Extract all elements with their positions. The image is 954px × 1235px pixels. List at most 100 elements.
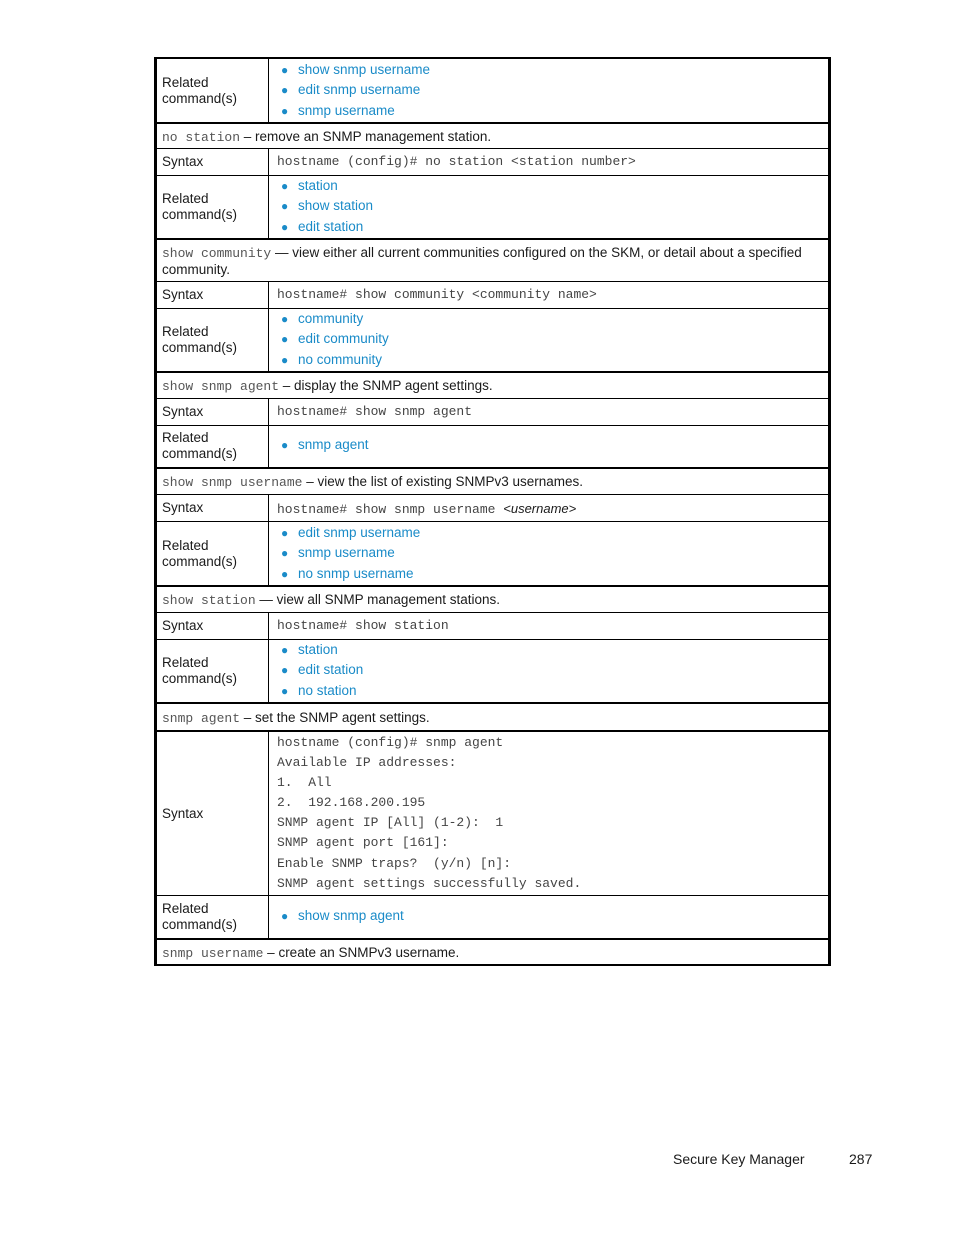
related-command-link[interactable]: show snmp agent <box>298 908 404 923</box>
related-command-link[interactable]: edit station <box>298 219 363 234</box>
syntax-argument: <username> <box>503 501 577 516</box>
syntax-value: hostname# show snmp username <username> <box>277 501 577 517</box>
code-line: 2. 192.168.200.195 <box>277 795 426 811</box>
command-header-snmp-agent: snmp agent – set the SNMP agent settings… <box>154 702 831 730</box>
command-header-show-station: show station — view all SNMP management … <box>154 585 831 612</box>
related-commands-list: ● show snmp username ● edit snmp username … <box>277 60 823 121</box>
list-item[interactable]: ● edit community <box>277 329 823 349</box>
syntax-label: Syntax <box>162 154 204 169</box>
syntax-value: hostname (config)# no station <station n… <box>277 154 636 169</box>
related-command-link[interactable]: station <box>298 642 338 657</box>
related-label: Related command(s) <box>162 901 238 932</box>
list-item[interactable]: ● no snmp username <box>277 564 823 584</box>
bullet-icon: ● <box>281 643 289 657</box>
code-line: SNMP agent settings successfully saved. <box>277 875 582 891</box>
code-line: Enable SNMP traps? (y/n) [n]: <box>277 855 512 871</box>
related-command-link[interactable]: snmp agent <box>298 437 369 452</box>
list-item[interactable]: ● show station <box>277 196 823 216</box>
syntax-row: Syntax hostname# show snmp username <use… <box>154 494 831 521</box>
list-item[interactable]: ● edit station <box>277 217 823 237</box>
related-command-link[interactable]: edit snmp username <box>298 82 420 97</box>
list-item[interactable]: ● no community <box>277 350 823 370</box>
related-command-link[interactable]: snmp username <box>298 545 395 560</box>
related-command-link[interactable]: no snmp username <box>298 566 414 581</box>
related-commands-list: ● station ● edit station ● no station <box>277 640 823 701</box>
related-commands-row: Related command(s) ● snmp agent <box>154 425 831 467</box>
list-item[interactable]: ● snmp agent <box>277 435 823 455</box>
bullet-icon: ● <box>281 438 289 452</box>
related-command-link[interactable]: show snmp username <box>298 62 430 77</box>
related-command-link[interactable]: edit snmp username <box>298 525 420 540</box>
syntax-label: Syntax <box>162 500 204 515</box>
bullet-icon: ● <box>281 199 289 214</box>
list-item[interactable]: ● station <box>277 640 823 660</box>
list-item[interactable]: ● show snmp username <box>277 60 823 80</box>
list-item[interactable]: ● edit snmp username <box>277 523 823 543</box>
command-header-show-snmp-agent: show snmp agent – display the SNMP agent… <box>154 371 831 398</box>
syntax-label: Syntax <box>162 618 204 633</box>
command-name: show snmp username <box>162 475 303 490</box>
command-header-show-snmp-username: show snmp username – view the list of ex… <box>154 467 831 494</box>
bullet-icon: ● <box>281 332 289 347</box>
command-description: create an SNMPv3 username. <box>278 945 460 960</box>
code-line: SNMP agent port [161]: <box>277 835 449 851</box>
command-header-no-station: no station – remove an SNMP management s… <box>154 122 831 148</box>
syntax-code-block: hostname (config)# snmp agent Available … <box>277 733 823 894</box>
bullet-icon: ● <box>281 103 289 118</box>
related-commands-list: ● snmp agent <box>277 435 823 455</box>
bullet-icon: ● <box>281 566 289 581</box>
list-item[interactable]: ● edit snmp username <box>277 80 823 100</box>
bullet-icon: ● <box>281 312 289 326</box>
syntax-label: Syntax <box>162 287 204 302</box>
list-item[interactable]: ● edit station <box>277 660 823 680</box>
related-command-link[interactable]: no station <box>298 683 357 698</box>
command-description: view the list of existing SNMPv3 usernam… <box>317 474 584 489</box>
bullet-icon: ● <box>281 546 289 561</box>
command-name: no station <box>162 130 241 145</box>
command-name: snmp username <box>162 946 264 961</box>
command-description: remove an SNMP management station. <box>255 129 492 144</box>
related-command-link[interactable]: edit station <box>298 662 363 677</box>
related-command-link[interactable]: show station <box>298 198 373 213</box>
footer-document-title: Secure Key Manager <box>673 1151 805 1167</box>
related-commands-row: Related command(s) ● station ● edit station… <box>154 639 831 702</box>
related-command-link[interactable]: edit community <box>298 331 389 346</box>
bullet-icon: ● <box>281 909 289 923</box>
related-command-link[interactable]: snmp username <box>298 103 395 118</box>
related-command-link[interactable]: no community <box>298 352 382 367</box>
syntax-value: hostname# show snmp agent <box>277 404 473 419</box>
list-item[interactable]: ● show snmp agent <box>277 906 823 926</box>
related-label: Related command(s) <box>162 430 238 461</box>
command-header-snmp-username: snmp username – create an SNMPv3 usernam… <box>154 938 831 965</box>
list-item[interactable]: ● snmp username <box>277 101 823 121</box>
syntax-row: Syntax hostname# show snmp agent <box>154 398 831 425</box>
list-item[interactable]: ● station <box>277 176 823 196</box>
related-command-link[interactable]: community <box>298 311 363 326</box>
command-description: display the SNMP agent settings. <box>294 378 493 393</box>
list-item[interactable]: ● community <box>277 309 823 329</box>
bullet-icon: ● <box>281 179 289 193</box>
bullet-icon: ● <box>281 683 289 698</box>
list-item[interactable]: ● no station <box>277 681 823 701</box>
footer-page-number: 287 <box>849 1151 873 1167</box>
command-name: show station <box>162 593 256 608</box>
related-label: Related command(s) <box>162 191 238 222</box>
related-label: Related command(s) <box>162 538 238 569</box>
related-commands-list: ● show snmp agent <box>277 906 823 926</box>
syntax-row: Syntax hostname (config)# snmp agent Ava… <box>154 730 831 895</box>
code-line: hostname (config)# snmp agent <box>277 735 504 750</box>
related-commands-row: Related command(s) ● show snmp agent <box>154 895 831 938</box>
related-commands-row: Related command(s) ● show snmp username ● e… <box>154 57 831 122</box>
syntax-label: Syntax <box>162 404 204 419</box>
related-label: Related command(s) <box>162 655 238 686</box>
command-name: show snmp agent <box>162 379 280 394</box>
code-line: SNMP agent IP [All] (1-2): 1 <box>277 815 504 831</box>
related-label: Related command(s) <box>162 75 238 106</box>
related-commands-list: ● community ● edit community ● no community <box>277 309 823 370</box>
command-description: set the SNMP agent settings. <box>255 710 430 725</box>
list-item[interactable]: ● snmp username <box>277 543 823 563</box>
command-name: show community <box>162 246 272 261</box>
related-command-link[interactable]: station <box>298 178 338 193</box>
syntax-row: Syntax hostname (config)# no station <st… <box>154 148 831 175</box>
bullet-icon: ● <box>281 352 289 367</box>
